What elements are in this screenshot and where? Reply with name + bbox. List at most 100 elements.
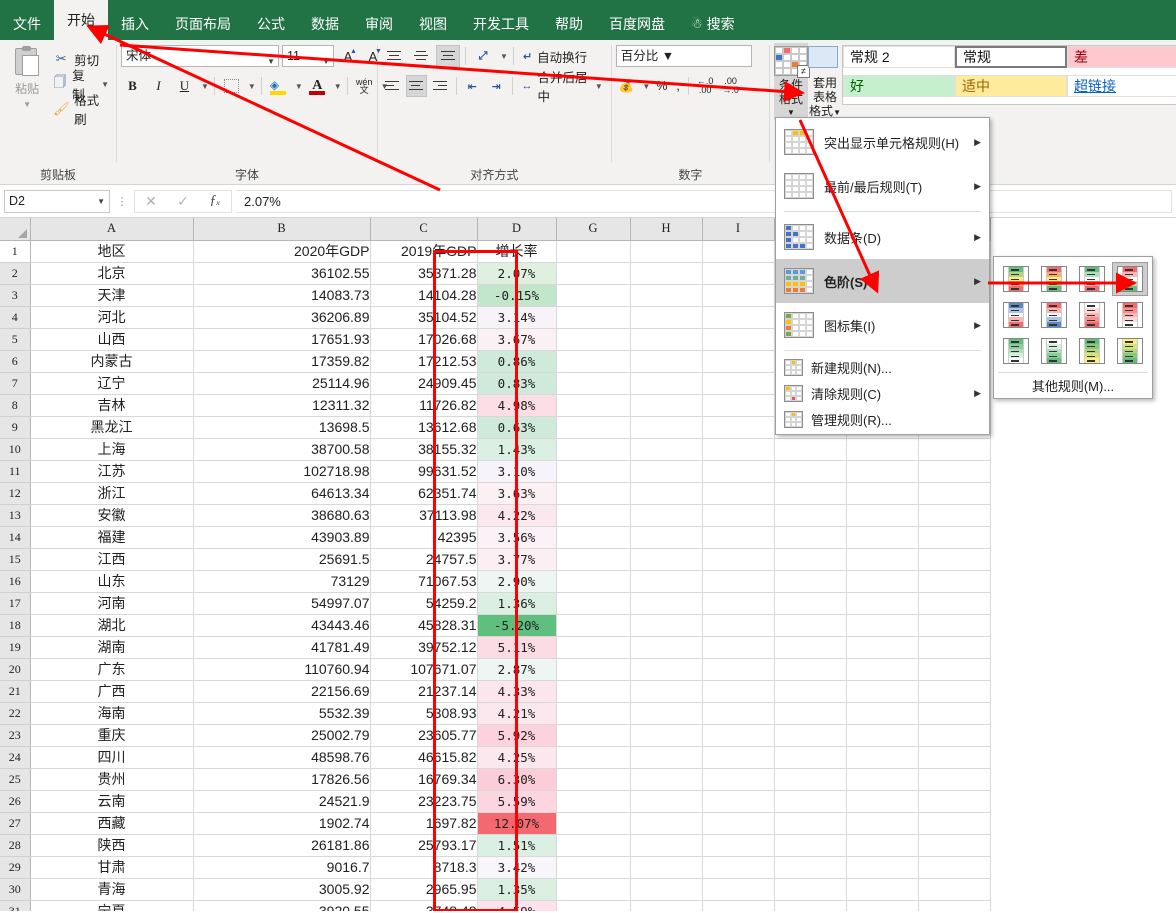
row-header[interactable]: 30 xyxy=(0,878,30,900)
underline-button[interactable]: U xyxy=(173,75,196,97)
cell-empty[interactable] xyxy=(630,482,702,504)
cell-growth[interactable]: 0.86% xyxy=(477,350,556,372)
cell-growth[interactable]: 4.22% xyxy=(477,504,556,526)
cell-growth[interactable]: 0.83% xyxy=(477,372,556,394)
accounting-format-button[interactable]: 💰 xyxy=(616,75,638,97)
cell-gdp2019[interactable]: 24757.5 xyxy=(370,548,477,570)
cell-gdp2019[interactable]: 23223.75 xyxy=(370,790,477,812)
row-header[interactable]: 9 xyxy=(0,416,30,438)
cell-region[interactable]: 广东 xyxy=(30,658,193,680)
cell-empty[interactable] xyxy=(556,592,630,614)
font-color-button[interactable]: A xyxy=(306,75,329,97)
cell-region[interactable]: 重庆 xyxy=(30,724,193,746)
cell-region[interactable]: 甘肃 xyxy=(30,856,193,878)
format-as-table-button[interactable]: 套用 表格格式▼ xyxy=(808,43,842,120)
tab-developer[interactable]: 开发工具 xyxy=(460,8,542,40)
cell-empty[interactable] xyxy=(702,614,774,636)
cell-empty[interactable] xyxy=(774,504,846,526)
cell-empty[interactable] xyxy=(918,746,990,768)
color-scale-swatch-green-white[interactable] xyxy=(998,334,1034,368)
cell-empty[interactable] xyxy=(702,680,774,702)
chevron-down-icon[interactable]: ▼ xyxy=(334,82,342,91)
cell-growth[interactable]: 3.63% xyxy=(477,482,556,504)
cell-region[interactable]: 青海 xyxy=(30,878,193,900)
cell-gdp2020[interactable]: 3005.92 xyxy=(193,878,370,900)
cell-growth[interactable]: 4.25% xyxy=(477,746,556,768)
chevron-down-icon[interactable]: ▼ xyxy=(595,82,603,91)
cell-empty[interactable] xyxy=(630,834,702,856)
column-header-A[interactable]: A xyxy=(30,218,193,240)
row-header[interactable]: 29 xyxy=(0,856,30,878)
cell-growth[interactable]: 4.33% xyxy=(477,680,556,702)
cell-empty[interactable] xyxy=(556,438,630,460)
cell-region[interactable]: 宁夏 xyxy=(30,900,193,911)
cell-empty[interactable] xyxy=(702,416,774,438)
row-header[interactable]: 5 xyxy=(0,328,30,350)
cell-region[interactable]: 江苏 xyxy=(30,460,193,482)
increase-font-size-button[interactable]: A ▲ xyxy=(337,45,359,67)
increase-indent-button[interactable]: ⇥ xyxy=(486,75,507,97)
cell-gdp2020[interactable]: 17826.56 xyxy=(193,768,370,790)
cell-gdp2019[interactable]: 13612.68 xyxy=(370,416,477,438)
cell-growth[interactable]: -0.15% xyxy=(477,284,556,306)
cell-empty[interactable] xyxy=(702,306,774,328)
cell-region[interactable]: 山西 xyxy=(30,328,193,350)
align-left-button[interactable] xyxy=(382,75,403,97)
cell-region[interactable]: 吉林 xyxy=(30,394,193,416)
cell-empty[interactable] xyxy=(846,856,918,878)
cell-region[interactable]: 江西 xyxy=(30,548,193,570)
cell-gdp2020[interactable]: 24521.9 xyxy=(193,790,370,812)
cell-region[interactable]: 四川 xyxy=(30,746,193,768)
cell-empty[interactable] xyxy=(846,504,918,526)
cell-gdp2020[interactable]: 48598.76 xyxy=(193,746,370,768)
cell-gdp2020[interactable]: 36102.55 xyxy=(193,262,370,284)
cell-empty[interactable] xyxy=(846,790,918,812)
font-size-input[interactable]: 11 ▼ xyxy=(282,45,334,67)
cell-empty[interactable] xyxy=(774,724,846,746)
cell-growth[interactable]: 0.63% xyxy=(477,416,556,438)
cell-empty[interactable] xyxy=(630,878,702,900)
cell-growth[interactable]: 1.43% xyxy=(477,438,556,460)
row-header[interactable]: 28 xyxy=(0,834,30,856)
chevron-down-icon[interactable]: ▼ xyxy=(201,82,209,91)
cell-empty[interactable] xyxy=(702,658,774,680)
cell-empty[interactable] xyxy=(702,482,774,504)
cell-gdp2020[interactable]: 5532.39 xyxy=(193,702,370,724)
color-scale-swatch-red-yellow-green[interactable] xyxy=(1036,262,1072,296)
align-middle-button[interactable] xyxy=(409,45,433,67)
cell-growth[interactable]: 12.07% xyxy=(477,812,556,834)
cell-empty[interactable] xyxy=(630,306,702,328)
row-header[interactable]: 21 xyxy=(0,680,30,702)
cell-region[interactable]: 辽宁 xyxy=(30,372,193,394)
cell-empty[interactable] xyxy=(702,856,774,878)
cell-region[interactable]: 贵州 xyxy=(30,768,193,790)
cell-gdp2019[interactable]: 54259.2 xyxy=(370,592,477,614)
row-header[interactable]: 3 xyxy=(0,284,30,306)
cell-empty[interactable] xyxy=(918,636,990,658)
cell-empty[interactable] xyxy=(918,460,990,482)
row-header[interactable]: 20 xyxy=(0,658,30,680)
cell-growth[interactable]: 1.35% xyxy=(477,878,556,900)
cell-gdp2020[interactable]: 9016.7 xyxy=(193,856,370,878)
cell-empty[interactable] xyxy=(556,284,630,306)
cell-empty[interactable] xyxy=(846,460,918,482)
chevron-down-icon[interactable]: ▼ xyxy=(500,52,508,61)
color-scale-swatch-white-red[interactable] xyxy=(1074,298,1110,332)
tab-view[interactable]: 视图 xyxy=(406,8,460,40)
cell-gdp2020[interactable]: 26181.86 xyxy=(193,834,370,856)
cell-empty[interactable] xyxy=(774,812,846,834)
cell-empty[interactable] xyxy=(918,482,990,504)
italic-button[interactable]: I xyxy=(147,75,170,97)
cell-empty[interactable] xyxy=(630,900,702,911)
cell-empty[interactable] xyxy=(702,394,774,416)
cell-region[interactable]: 福建 xyxy=(30,526,193,548)
cell-empty[interactable] xyxy=(630,394,702,416)
row-header[interactable]: 4 xyxy=(0,306,30,328)
row-header[interactable]: 13 xyxy=(0,504,30,526)
cell-empty[interactable] xyxy=(702,702,774,724)
cell-growth[interactable]: 4.98% xyxy=(477,394,556,416)
cell-empty[interactable] xyxy=(918,504,990,526)
cell-gdp2020[interactable]: 38680.63 xyxy=(193,504,370,526)
cell-growth[interactable]: 5.59% xyxy=(477,790,556,812)
row-header[interactable]: 26 xyxy=(0,790,30,812)
